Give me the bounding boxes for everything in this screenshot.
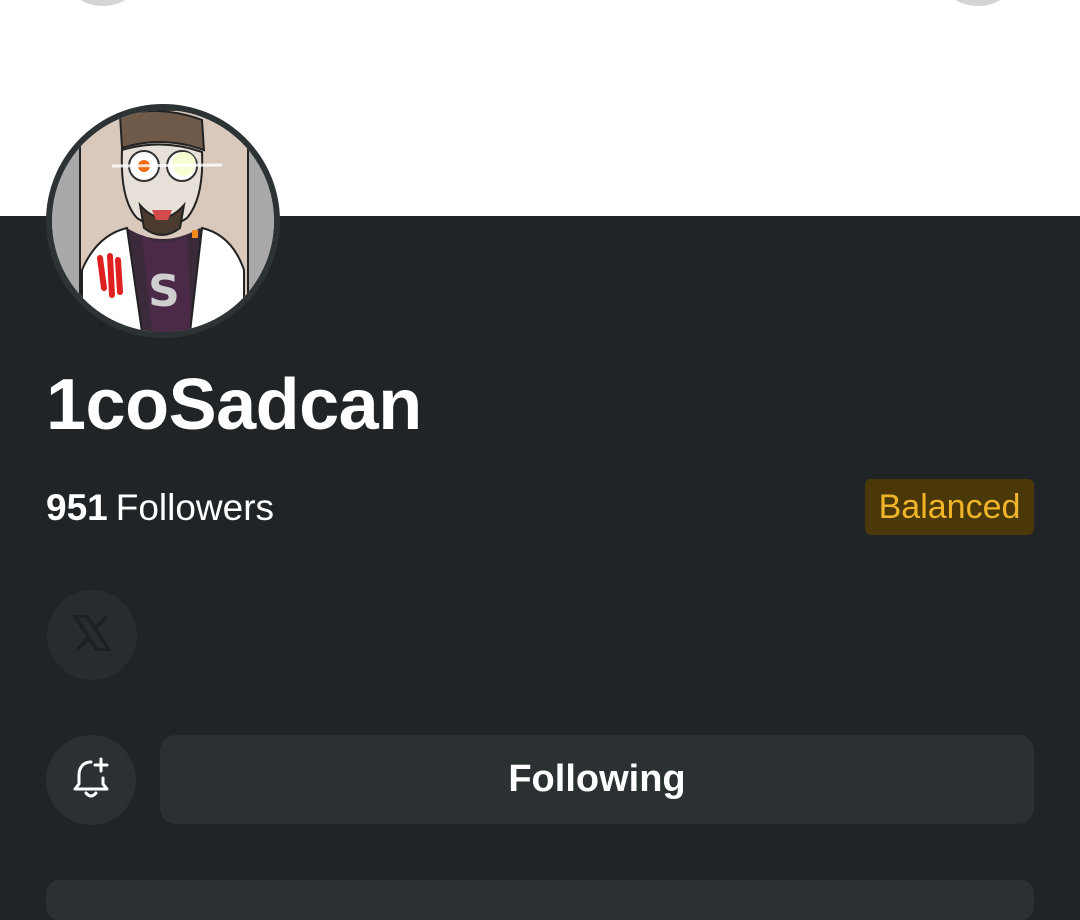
back-button[interactable]	[58, 0, 148, 6]
status-badge: Balanced	[865, 479, 1034, 535]
notification-bell-button[interactable]	[46, 735, 136, 825]
bell-plus-icon	[71, 756, 111, 805]
avatar-image: S	[52, 110, 274, 332]
profile-username: 1coSadcan	[46, 365, 422, 445]
followers-count[interactable]: 951 Followers	[46, 484, 274, 532]
x-logo-icon	[71, 613, 113, 656]
followers-label: Followers	[115, 487, 275, 528]
svg-text:S: S	[148, 266, 180, 317]
following-button[interactable]: Following	[160, 735, 1034, 824]
bottom-panel	[46, 880, 1034, 920]
more-options-button[interactable]	[933, 0, 1023, 6]
avatar[interactable]: S	[46, 104, 280, 338]
x-social-link[interactable]	[47, 590, 137, 680]
followers-number: 951	[46, 487, 108, 528]
